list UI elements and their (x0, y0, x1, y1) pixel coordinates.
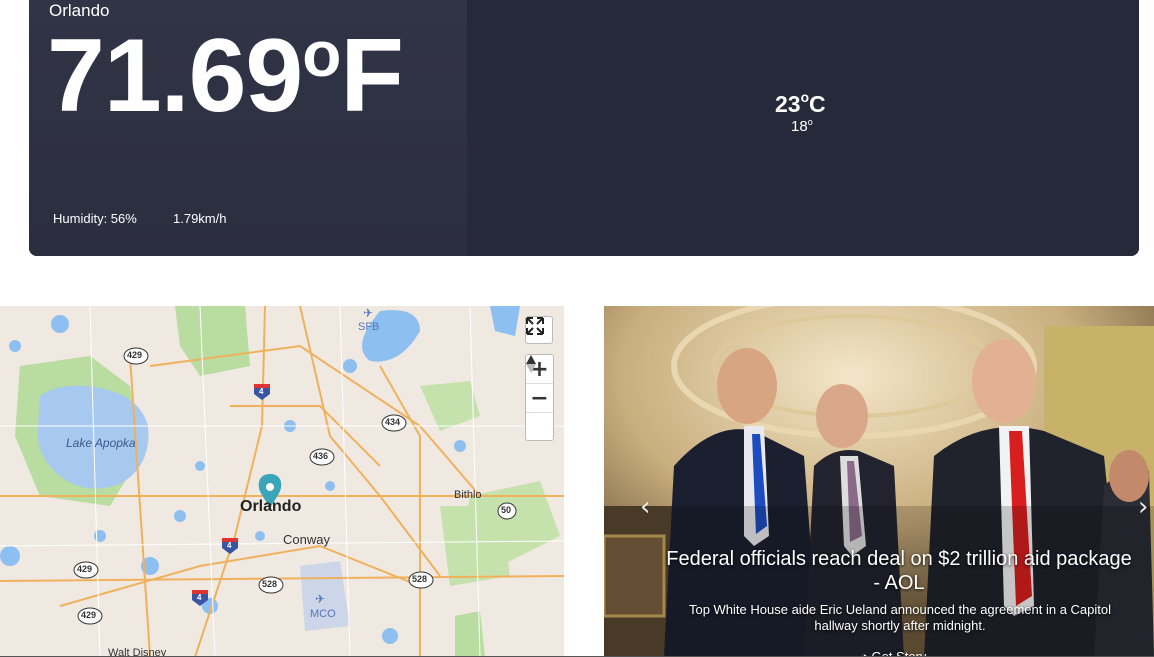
lake-water (343, 359, 357, 373)
forecast-low-value: 18 (791, 118, 808, 135)
lake-water (490, 306, 520, 336)
airport-icon: ✈ (315, 592, 325, 606)
lake-water (325, 481, 335, 491)
road-number: 434 (385, 417, 401, 427)
news-carousel[interactable]: ‹ › Federal officials reach deal on $2 t… (604, 306, 1154, 657)
airport-label: SFB (358, 321, 380, 333)
road-number: 429 (77, 564, 93, 574)
road-number: 528 (412, 574, 428, 584)
lake-water (51, 315, 69, 333)
news-description: Top White House aide Eric Ueland announc… (688, 602, 1112, 633)
road-number: 429 (81, 610, 97, 620)
current-weather-panel: Orlando 71.69oF Humidity: 56% 1.79km/h (29, 0, 467, 256)
forecast-high: 23oC (775, 90, 826, 118)
forecast-high-value: 23 (775, 91, 801, 117)
carousel-prev-button[interactable]: ‹ (640, 492, 650, 522)
lake-water (382, 628, 398, 644)
degree-symbol: o (800, 90, 810, 105)
park-area (455, 611, 485, 657)
compass-icon (526, 355, 536, 373)
forecast-panel: 23oC 18o (467, 0, 1139, 256)
airport-icon: ✈ (363, 306, 373, 320)
town-label: Conway (283, 532, 330, 547)
park-area (420, 381, 480, 431)
road-number: 50 (501, 505, 512, 515)
town-label: Bithlo (454, 489, 482, 501)
carousel-next-button[interactable]: › (1138, 492, 1148, 522)
current-temperature: 71.69oF (47, 22, 404, 128)
park-area (440, 506, 510, 586)
temperature-value: 71.69 (47, 18, 303, 134)
lake-water (255, 531, 265, 541)
interstate-number: 4 (197, 593, 202, 602)
lake-water (94, 530, 106, 542)
park-area (175, 306, 250, 376)
lake-label: Lake Apopka (66, 436, 136, 450)
zoom-controls: + − (525, 354, 554, 441)
road-number: 429 (127, 350, 143, 360)
map-canvas[interactable]: ✈ ✈ (0, 306, 564, 657)
location-pin-dot (266, 483, 274, 491)
forecast-high-unit: C (809, 91, 826, 117)
chevron-left-icon: ‹ (640, 492, 651, 522)
humidity-stat: Humidity: 56% (53, 211, 137, 226)
reset-north-button[interactable] (526, 355, 553, 441)
lake-water (0, 546, 20, 566)
road-number: 436 (313, 451, 329, 461)
forecast-low: 18o (791, 117, 813, 135)
weather-card: Orlando 71.69oF Humidity: 56% 1.79km/h 2… (29, 0, 1139, 256)
news-headline[interactable]: Federal officials reach deal on $2 trill… (664, 547, 1134, 595)
degree-symbol: o (302, 18, 341, 90)
map-view[interactable]: ✈ ✈ 429 434 436 50 429 429 528 528 4 4 4… (0, 306, 564, 657)
degree-symbol: o (807, 117, 813, 127)
interstate-number: 4 (259, 387, 264, 396)
lake-water (174, 510, 186, 522)
fullscreen-button[interactable] (525, 316, 553, 344)
city-label: Orlando (240, 498, 302, 515)
road-number: 528 (262, 579, 278, 589)
temperature-unit: F (340, 18, 404, 134)
airport-label: MCO (310, 608, 336, 620)
wind-speed-stat: 1.79km/h (173, 211, 227, 226)
lake-water (454, 440, 466, 452)
lake-water (9, 340, 21, 352)
chevron-right-icon: › (1138, 492, 1149, 522)
fullscreen-icon (526, 317, 544, 335)
interstate-number: 4 (227, 541, 232, 550)
lake-water (195, 461, 205, 471)
zoom-out-button[interactable]: − (526, 384, 553, 413)
